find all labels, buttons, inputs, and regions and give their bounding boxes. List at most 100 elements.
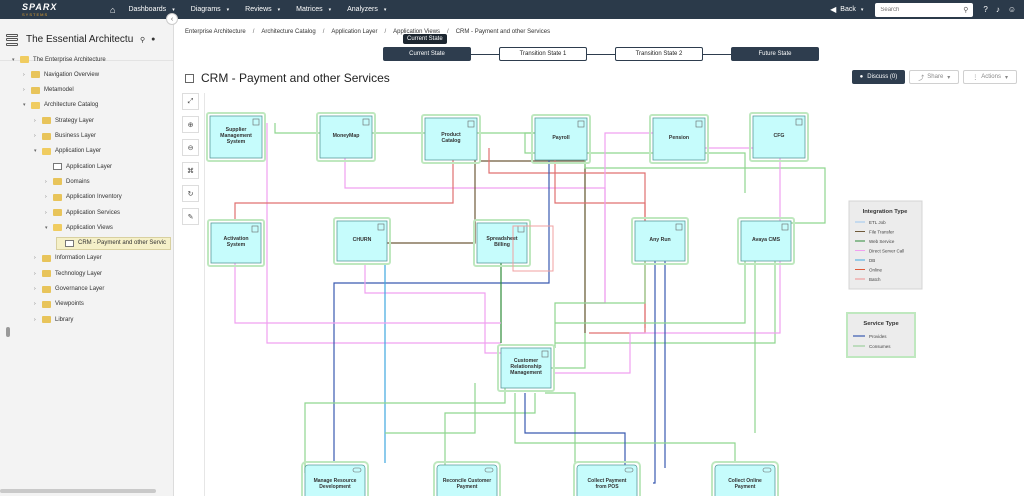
chevron-right-icon[interactable]: ›: [45, 210, 53, 216]
chevron-right-icon[interactable]: ›: [23, 72, 31, 78]
app-node[interactable]: Any Run: [631, 217, 689, 265]
search-input[interactable]: [880, 6, 956, 13]
tree-item[interactable]: CRM - Payment and other Servic: [56, 236, 172, 250]
breadcrumb-item[interactable]: Application Layer: [331, 29, 377, 35]
app-node[interactable]: Activation System: [207, 219, 265, 267]
tree-item[interactable]: › Application Inventory: [45, 191, 122, 204]
folder-icon: [42, 285, 51, 293]
tree-item[interactable]: › Business Layer: [34, 130, 96, 143]
tree-item[interactable]: › Technology Layer: [34, 267, 102, 280]
chevron-right-icon[interactable]: ›: [34, 133, 42, 139]
help-icon[interactable]: ?: [983, 5, 987, 14]
chevron-down-icon[interactable]: ▾: [23, 102, 31, 108]
tree-item[interactable]: › Viewpoints: [34, 298, 84, 311]
breadcrumb-separator: /: [322, 29, 325, 35]
node-label: CFG: [774, 133, 785, 139]
integration-legend: Integration Type ETL Job File Transfer Web …: [848, 200, 923, 290]
edit-icon[interactable]: ✎: [182, 208, 199, 225]
chevron-right-icon[interactable]: ›: [23, 87, 31, 93]
app-node[interactable]: Supplier Management System: [206, 112, 266, 162]
tree-item[interactable]: › Domains: [45, 175, 90, 188]
tree-item[interactable]: › Strategy Layer: [34, 114, 94, 127]
user-icon[interactable]: ☺: [1008, 5, 1016, 14]
horizontal-scrollbar[interactable]: [0, 489, 156, 493]
main-content: Enterprise Architecture / Architecture Ca…: [174, 19, 1024, 496]
tree-item[interactable]: ▾ Application Views: [45, 221, 113, 234]
discuss-button[interactable]: ● Discuss (0): [851, 70, 906, 84]
business-process-node[interactable]: Collect Payment from POS: [573, 461, 641, 496]
fit-icon[interactable]: ⌘: [182, 162, 199, 179]
chevron-right-icon[interactable]: ›: [45, 179, 53, 185]
nav-analyzers[interactable]: Analyzers ▾: [347, 6, 386, 13]
home-icon[interactable]: ⌂: [110, 5, 115, 15]
tree-item-label: Domains: [66, 178, 90, 185]
diagram-canvas[interactable]: Supplier Management System MoneyMap Product C…: [204, 93, 1024, 496]
chevron-right-icon[interactable]: ›: [34, 301, 42, 307]
tree-item[interactable]: Application Layer: [45, 160, 112, 173]
collapse-sidebar-button[interactable]: ‹: [166, 13, 178, 25]
chevron-right-icon[interactable]: ›: [45, 194, 53, 200]
state-future[interactable]: Future State: [731, 47, 819, 61]
bell-icon[interactable]: ♪: [996, 5, 1000, 14]
zoom-in-icon[interactable]: ⊕: [182, 116, 199, 133]
more-icon: ⋮: [972, 74, 979, 81]
chevron-down-icon[interactable]: ▾: [12, 57, 20, 63]
zoom-out-icon[interactable]: ⊖: [182, 139, 199, 156]
crm-node[interactable]: Customer Relationship Management: [497, 344, 555, 392]
chevron-right-icon[interactable]: ›: [34, 255, 42, 261]
actions-button[interactable]: ⋮ Actions ▾: [963, 70, 1017, 84]
tree-item-label: Strategy Layer: [55, 117, 95, 124]
tree-item[interactable]: ▾ Application Layer: [34, 145, 101, 158]
share-button[interactable]: ⤴ Share ▾: [909, 70, 960, 84]
sparx-logo[interactable]: SPARX SYSTEMS: [0, 0, 80, 19]
nav-matrices[interactable]: Matrices ▾: [296, 6, 331, 13]
search-icon[interactable]: ⚲: [140, 36, 145, 44]
node-label-line: Development: [319, 484, 351, 490]
nav-diagrams[interactable]: Diagrams ▾: [191, 6, 229, 13]
app-node[interactable]: Spreadsheet Billing: [473, 219, 531, 267]
nav-reviews[interactable]: Reviews ▾: [245, 6, 280, 13]
folder-icon: [42, 132, 51, 140]
logo-subtext: SYSTEMS: [22, 11, 49, 17]
chevron-right-icon[interactable]: ›: [34, 118, 42, 124]
state-transition-1[interactable]: Transition State 1: [499, 47, 587, 61]
app-node[interactable]: Payroll: [531, 114, 591, 164]
business-process-node[interactable]: Collect Online Payment: [711, 461, 779, 496]
tree-item[interactable]: › Information Layer: [34, 252, 102, 265]
chevron-down-icon[interactable]: ▾: [34, 148, 42, 154]
tree-item[interactable]: ▾ Architecture Catalog: [23, 99, 98, 112]
tree-item[interactable]: › Library: [34, 313, 73, 326]
app-node[interactable]: MoneyMap: [316, 112, 376, 162]
state-current[interactable]: Current State: [383, 47, 471, 61]
tree-item[interactable]: › Governance Layer: [34, 283, 104, 296]
app-node[interactable]: Avaya CMS: [737, 217, 795, 265]
tree-item[interactable]: › Application Services: [45, 206, 120, 219]
legend-item-label: Web Service: [869, 239, 895, 244]
tree-item[interactable]: ▾ The Enterprise Architecture: [12, 53, 106, 66]
app-node[interactable]: Pension: [649, 114, 709, 164]
business-process-node[interactable]: Manage Resource Development: [301, 461, 369, 496]
chevron-right-icon[interactable]: ›: [34, 317, 42, 323]
node-label-line: Pension: [669, 135, 689, 141]
tree-item[interactable]: › Metamodel: [23, 84, 74, 97]
state-transition-2[interactable]: Transition State 2: [615, 47, 703, 61]
app-node[interactable]: Product Catalog: [421, 114, 481, 164]
fullscreen-icon[interactable]: ⤢: [182, 93, 199, 110]
search-icon[interactable]: ⚲: [963, 6, 968, 14]
chevron-right-icon[interactable]: ›: [34, 271, 42, 277]
page-title: CRM - Payment and other Services: [201, 71, 390, 85]
tree-item[interactable]: › Navigation Overview: [23, 68, 99, 81]
chevron-down-icon[interactable]: ▾: [45, 225, 53, 231]
chevron-right-icon[interactable]: ›: [34, 286, 42, 292]
breadcrumb-item[interactable]: Enterprise Architecture: [185, 29, 246, 35]
breadcrumb-item[interactable]: Architecture Catalog: [261, 29, 315, 35]
app-node[interactable]: CHURN: [333, 217, 391, 265]
chat-icon[interactable]: ●: [151, 36, 155, 43]
business-process-node[interactable]: Reconcile Customer Payment: [433, 461, 501, 496]
refresh-icon[interactable]: ↻: [182, 185, 199, 202]
vertical-scrollbar[interactable]: [6, 327, 10, 337]
app-node[interactable]: CFG: [749, 112, 809, 162]
caret-down-icon: ▾: [860, 6, 864, 13]
back-button[interactable]: ◀ Back ▾: [830, 5, 863, 14]
nav-dashboards[interactable]: Dashboards ▾: [128, 6, 174, 13]
